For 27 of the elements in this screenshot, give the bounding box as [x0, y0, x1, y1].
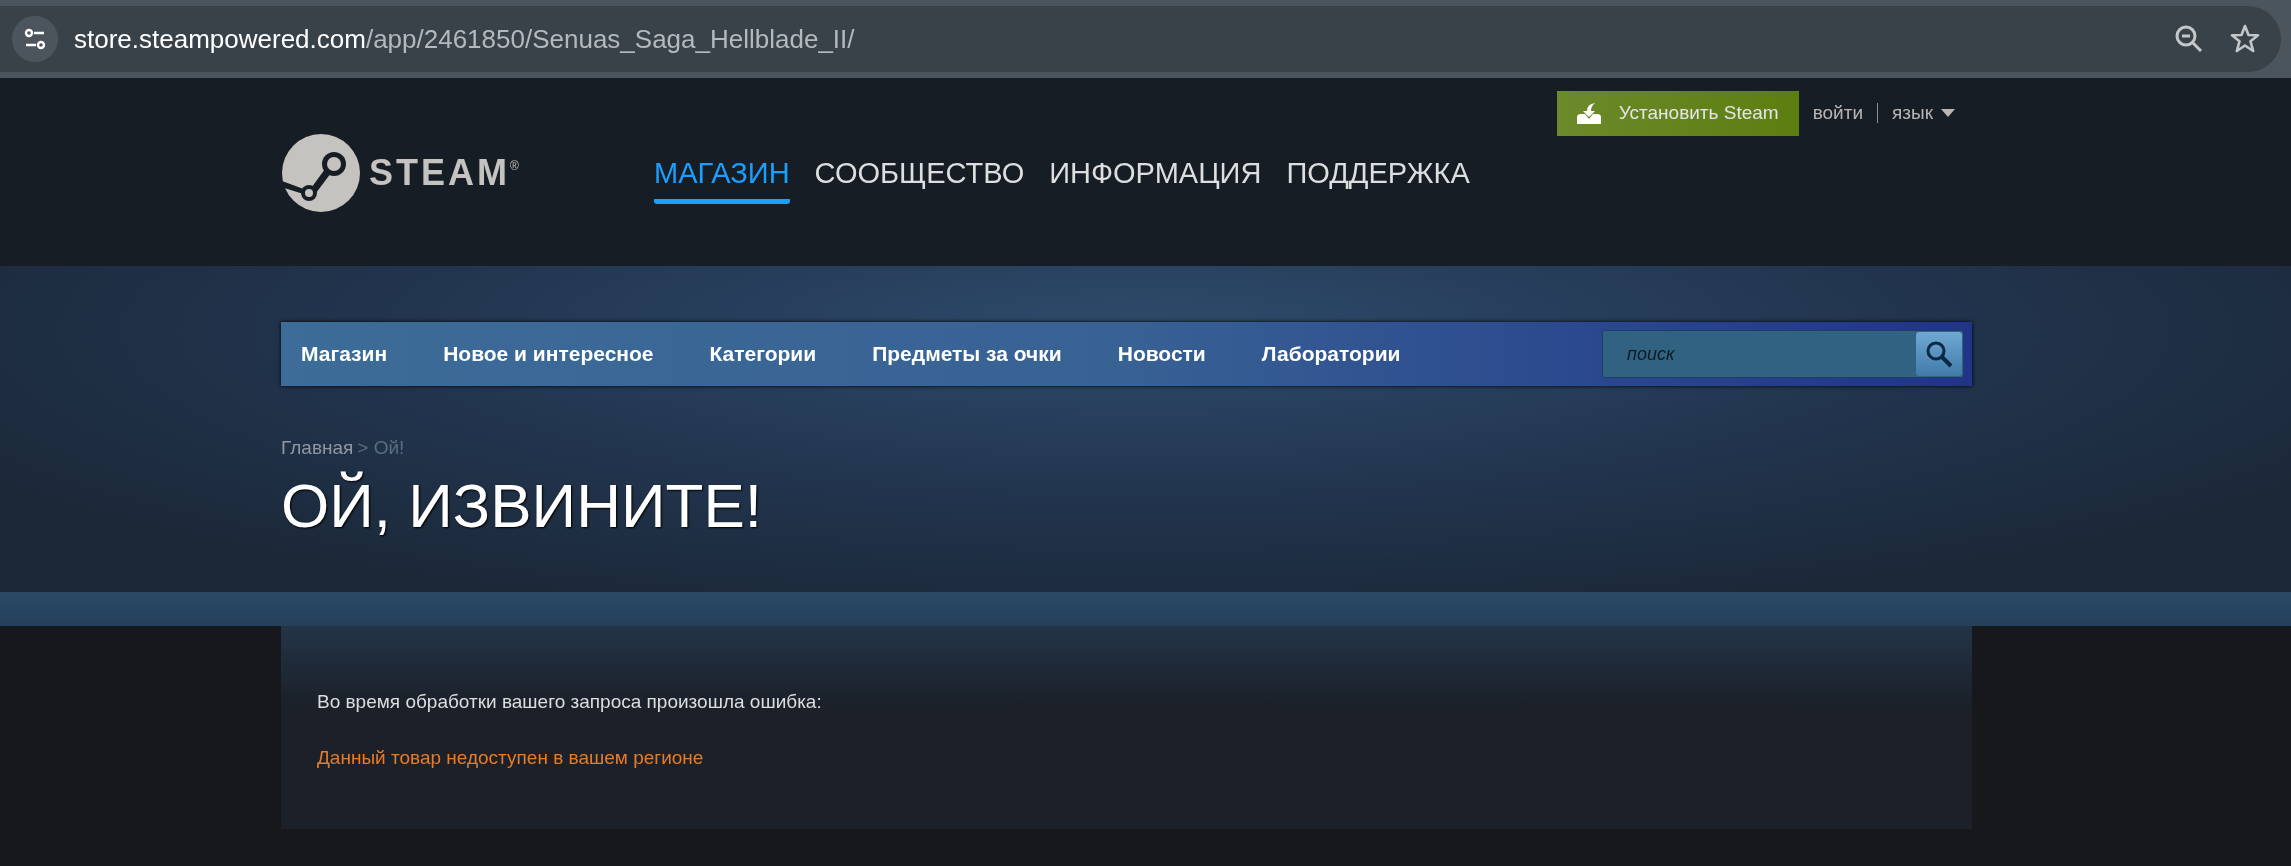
breadcrumb-current: > Ой!	[357, 436, 405, 460]
main-nav-tab[interactable]: МАГАЗИН	[654, 151, 790, 205]
main-nav-tab[interactable]: ПОДДЕРЖКА	[1286, 151, 1470, 205]
error-message: Во время обработки вашего запроса произошла ошибка:	[317, 690, 823, 714]
download-icon	[1574, 101, 1603, 126]
registered-mark: ®	[510, 158, 519, 175]
main-nav-tab[interactable]: ИНФОРМАЦИЯ	[1049, 151, 1262, 205]
caret-icon	[1941, 109, 1955, 118]
steam-logo-icon	[281, 133, 361, 213]
login-link[interactable]: войти	[1812, 99, 1864, 128]
store-nav-item[interactable]: Новости	[1089, 338, 1234, 370]
search-icon	[1924, 339, 1954, 369]
store-nav-item[interactable]: Предметы за очки	[844, 338, 1090, 370]
main-nav-tab[interactable]: СООБЩЕСТВО	[814, 151, 1025, 205]
search-button[interactable]	[1916, 332, 1962, 376]
bookmark-star-icon[interactable]	[2229, 23, 2261, 55]
store-nav-item[interactable]: Новое и интересное	[415, 338, 682, 370]
language-dropdown[interactable]: язык	[1892, 99, 1955, 128]
region-error-text: Данный товар недоступен в вашем регионе	[317, 745, 705, 770]
steam-wordmark: STEAM	[369, 151, 510, 195]
store-nav-item[interactable]: Категории	[681, 338, 845, 370]
zoom-out-icon[interactable]	[2173, 23, 2205, 55]
store-nav-item[interactable]: Магазин	[273, 338, 416, 370]
install-steam-button[interactable]: Установить Steam	[1556, 91, 1799, 136]
page-title: ОЙ, ИЗВИНИТЕ!	[281, 469, 763, 542]
store-nav-item[interactable]: Лаборатории	[1233, 338, 1429, 370]
breadcrumb-link[interactable]: Главная	[281, 434, 354, 463]
